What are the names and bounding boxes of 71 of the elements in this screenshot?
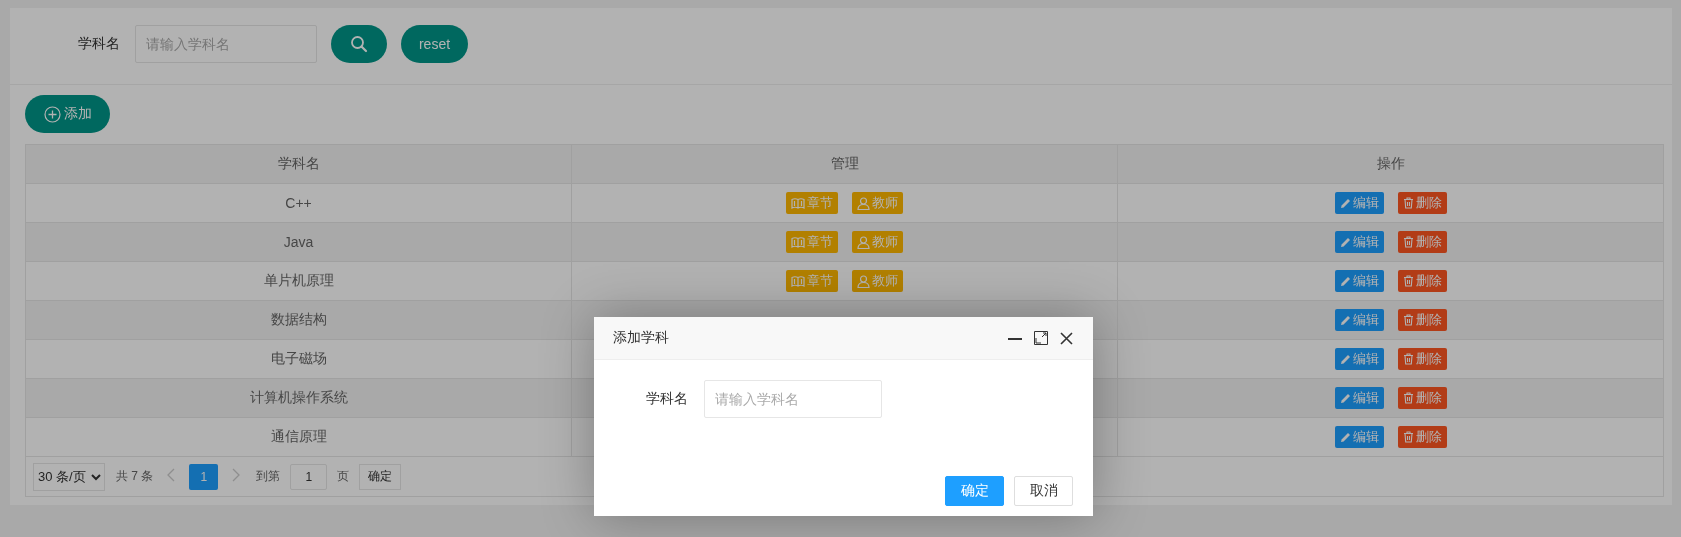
table-cell: 电子磁场 [25,339,572,379]
pencil-icon [1339,431,1351,443]
table-cell: 通信原理 [25,417,572,457]
close-icon[interactable] [1060,331,1073,345]
delete-button[interactable]: 删除 [1397,387,1447,409]
table-cell: C++ [25,183,572,223]
dialog-title: 添加学科 [613,329,670,347]
search-field[interactable]: 请输入学科名 [135,25,317,63]
column-header: 管理 [571,144,1118,184]
column-header: 操作 [1117,144,1664,184]
column-header: 学科名 [25,144,572,184]
trash-icon [1402,353,1414,365]
pencil-icon [1339,314,1351,326]
delete-button[interactable]: 删除 [1397,231,1447,253]
edit-button[interactable]: 编辑 [1334,192,1384,214]
teacher-button[interactable]: 教师 [852,231,903,253]
trash-icon [1402,236,1414,248]
confirm-button[interactable]: 确定 [359,463,402,490]
edit-button[interactable]: 编辑 [1334,387,1384,409]
delete-button[interactable]: 删除 [1397,270,1447,292]
teacher-button[interactable]: 教师 [852,270,903,292]
goto-label: 到第 [256,468,281,485]
confirm-button[interactable]: 确定 [945,476,1004,506]
person-icon [857,274,870,288]
reset-button[interactable]: reset [401,25,468,63]
edit-button[interactable]: 编辑 [1334,231,1384,253]
delete-button[interactable]: 删除 [1397,348,1447,370]
delete-button[interactable]: 删除 [1397,192,1447,214]
trash-icon [1402,197,1414,209]
delete-button[interactable]: 删除 [1397,426,1447,448]
person-icon [857,196,870,210]
book-icon [791,236,805,248]
search-button[interactable] [331,25,387,63]
pencil-icon [1339,275,1351,287]
trash-icon [1402,275,1414,287]
plus-circle-icon [43,105,61,123]
table-cell: Java [25,222,572,262]
pencil-icon [1339,392,1351,404]
page-input[interactable]: 1 [290,463,328,490]
add-button[interactable]: 添加 [25,95,110,133]
pencil-icon [1339,353,1351,365]
delete-button[interactable]: 删除 [1397,309,1447,331]
trash-icon [1402,392,1414,404]
subject-name-field[interactable]: 请输入学科名 [704,380,882,418]
table-cell: 计算机操作系统 [25,378,572,418]
page-unit: 页 [337,468,350,485]
edit-button[interactable]: 编辑 [1334,309,1384,331]
person-icon [857,235,870,249]
table-cell: 单片机原理 [25,261,572,301]
page-size-select[interactable]: 30 条/页 [33,462,105,491]
chapter-button[interactable]: 章节 [786,192,838,214]
maximize-icon[interactable] [1034,331,1048,345]
total-count: 共 7 条 [116,468,154,485]
pencil-icon [1339,236,1351,248]
search-icon [350,35,368,53]
trash-icon [1402,431,1414,443]
cancel-button[interactable]: 取消 [1014,476,1073,506]
page-button[interactable]: 1 [189,463,219,490]
book-icon [791,197,805,209]
chapter-button[interactable]: 章节 [786,270,838,292]
field-label: 学科名 [645,390,689,408]
edit-button[interactable]: 编辑 [1334,426,1384,448]
pencil-icon [1339,197,1351,209]
teacher-button[interactable]: 教师 [852,192,903,214]
trash-icon [1402,314,1414,326]
table-cell: 数据结构 [25,300,572,340]
chapter-button[interactable]: 章节 [786,231,838,253]
edit-button[interactable]: 编辑 [1334,348,1384,370]
edit-button[interactable]: 编辑 [1334,270,1384,292]
field-label: 学科名 [77,35,121,53]
book-icon [791,275,805,287]
